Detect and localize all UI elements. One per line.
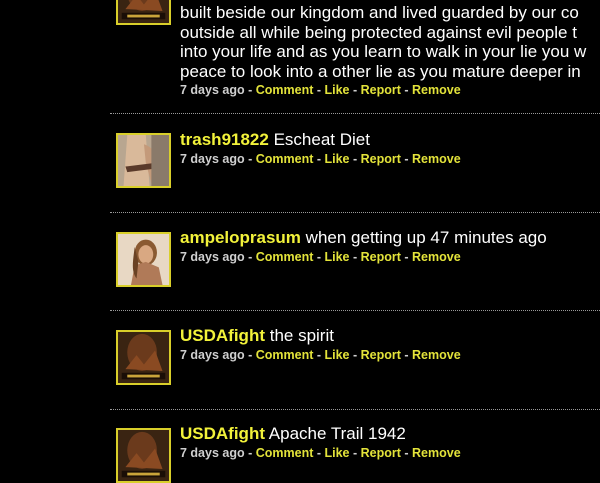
avatar[interactable]: [116, 133, 171, 188]
post-timestamp: 7 days ago: [180, 249, 245, 264]
remove-link[interactable]: Remove: [412, 83, 461, 97]
remove-link[interactable]: Remove: [412, 152, 461, 166]
comment-link[interactable]: Comment: [256, 152, 314, 166]
avatar[interactable]: [116, 330, 171, 385]
like-link[interactable]: Like: [325, 250, 350, 264]
post-divider: [110, 310, 600, 311]
comment-link[interactable]: Comment: [256, 83, 314, 97]
avatar[interactable]: [116, 0, 171, 25]
report-link[interactable]: Report: [361, 446, 401, 460]
separator: -: [313, 347, 325, 362]
remove-link[interactable]: Remove: [412, 446, 461, 460]
post-meta: 7 days ago - Comment - Like - Report - R…: [180, 151, 600, 167]
separator: -: [313, 151, 325, 166]
post-message-line: into your life and as you learn to walk …: [180, 42, 587, 61]
separator: -: [400, 445, 413, 460]
post-timestamp: 7 days ago: [180, 445, 245, 460]
torso-photo-icon: [118, 135, 169, 186]
like-link[interactable]: Like: [325, 83, 350, 97]
post-divider: [110, 212, 600, 213]
post-message: when getting up 47 minutes ago: [305, 228, 547, 247]
separator: -: [349, 83, 361, 97]
separator: -: [400, 151, 413, 166]
separator: -: [349, 249, 361, 264]
separator: -: [400, 83, 413, 97]
separator: -: [400, 347, 413, 362]
post-meta: 7 days ago - Comment - Like - Report - R…: [180, 249, 600, 265]
post-message: Escheat Diet: [273, 130, 370, 149]
avatar[interactable]: [116, 232, 171, 287]
separator: -: [244, 151, 256, 166]
warrior-poster-icon: [118, 430, 169, 481]
post-username[interactable]: USDAfight: [180, 424, 265, 443]
woman-portrait-icon: [118, 234, 169, 285]
remove-link[interactable]: Remove: [412, 250, 461, 264]
report-link[interactable]: Report: [361, 348, 401, 362]
comment-link[interactable]: Comment: [256, 250, 314, 264]
post-meta: 7 days ago - Comment - Like - Report - R…: [180, 82, 600, 98]
separator: -: [349, 445, 361, 460]
like-link[interactable]: Like: [325, 446, 350, 460]
separator: -: [313, 83, 325, 97]
separator: -: [244, 249, 256, 264]
separator: -: [349, 151, 361, 166]
separator: -: [349, 347, 361, 362]
like-link[interactable]: Like: [325, 152, 350, 166]
warrior-poster-icon: [118, 332, 169, 383]
separator: -: [244, 347, 256, 362]
separator: -: [313, 445, 325, 460]
report-link[interactable]: Report: [361, 152, 401, 166]
remove-link[interactable]: Remove: [412, 348, 461, 362]
comment-link[interactable]: Comment: [256, 348, 314, 362]
post-timestamp: 7 days ago: [180, 83, 245, 97]
post-username[interactable]: USDAfight: [180, 326, 265, 345]
post-username[interactable]: trash91822: [180, 130, 269, 149]
post-meta: 7 days ago - Comment - Like - Report - R…: [180, 445, 600, 461]
post-message-line: outside all while being protected agains…: [180, 22, 577, 42]
like-link[interactable]: Like: [325, 348, 350, 362]
warrior-poster-icon: [118, 0, 169, 23]
separator: -: [400, 249, 413, 264]
post-message: the spirit: [269, 326, 334, 345]
post-message-line: built beside our kingdom and lived guard…: [180, 3, 579, 22]
avatar[interactable]: [116, 428, 171, 483]
separator: -: [244, 83, 256, 97]
post-message: Apache Trail 1942: [268, 424, 406, 443]
post-divider: [110, 113, 600, 114]
post-meta: 7 days ago - Comment - Like - Report - R…: [180, 347, 600, 363]
report-link[interactable]: Report: [361, 250, 401, 264]
comment-link[interactable]: Comment: [256, 446, 314, 460]
post-message-line: peace to look into a other lie as you ma…: [180, 61, 581, 81]
separator: -: [244, 445, 256, 460]
post-divider: [110, 409, 600, 410]
separator: -: [313, 249, 325, 264]
report-link[interactable]: Report: [361, 83, 401, 97]
post-timestamp: 7 days ago: [180, 347, 245, 362]
post-timestamp: 7 days ago: [180, 151, 245, 166]
post-username[interactable]: ampeloprasum: [180, 228, 301, 247]
